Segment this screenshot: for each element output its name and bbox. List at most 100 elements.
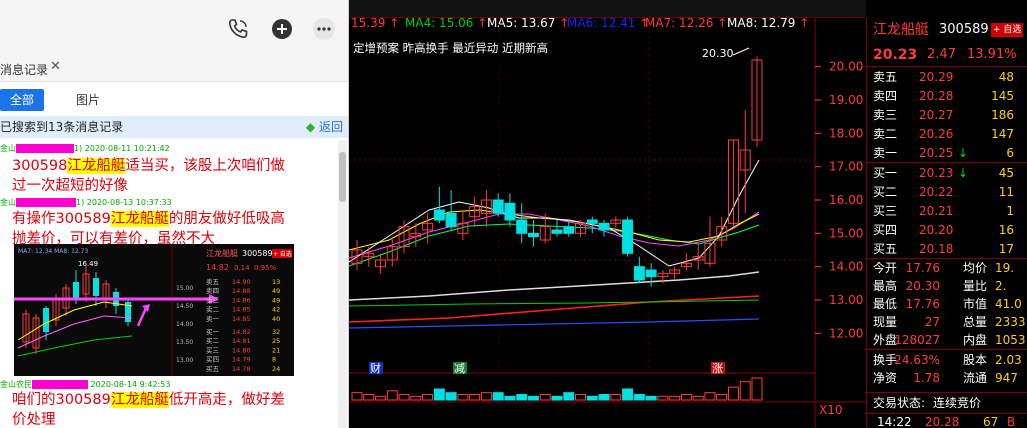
price-axis-label: 18.00 bbox=[829, 126, 863, 140]
stat-row: 今开 17.76 均价 19. bbox=[867, 260, 1027, 277]
thumb-book-label: 买五 bbox=[206, 365, 220, 373]
message-text: 300598江龙船艇适当买，该股上次咱们做 过一次超短的好像 bbox=[12, 156, 285, 196]
thumb-book-volume: 8 bbox=[272, 356, 276, 364]
thumb-scale-label: 13.50 bbox=[176, 339, 193, 346]
thumbnail-chart: 16.49 MA7: 12.34 MA8: 12.73 15.00 14.50 … bbox=[14, 244, 294, 376]
ask-row[interactable]: 卖五 20.29 48 bbox=[867, 69, 1027, 86]
ask-row[interactable]: 卖二 20.26 147 bbox=[867, 126, 1027, 143]
stat-row: 净资 1.78 流通 947 bbox=[867, 370, 1027, 387]
redacted-mask bbox=[16, 144, 74, 153]
back-button[interactable]: ◆ 返回 bbox=[306, 116, 343, 138]
book-price: 20.20 bbox=[919, 223, 954, 237]
book-volume: 1 bbox=[1006, 204, 1014, 218]
stat-value: 2333 bbox=[995, 315, 1026, 329]
message-record-tab[interactable]: 消息记录 ✕ bbox=[0, 56, 348, 82]
close-icon[interactable]: ✕ bbox=[50, 59, 61, 74]
thumb-scale-label: 14.00 bbox=[176, 321, 193, 328]
divider bbox=[867, 66, 1027, 67]
divider bbox=[867, 349, 1027, 350]
thumb-book-price: 14.78 bbox=[232, 365, 251, 373]
price-axis-label: 16.00 bbox=[829, 193, 863, 207]
highlight-keyword: 江龙船艇 bbox=[110, 211, 169, 227]
event-marker-zhang[interactable]: 涨 bbox=[712, 362, 723, 375]
redacted-mask bbox=[16, 198, 76, 207]
price-axis-label: 17.00 bbox=[829, 160, 863, 174]
thumb-book-price: 14.90 bbox=[232, 278, 251, 286]
scrollbar-thumb[interactable] bbox=[339, 152, 346, 202]
volume-bar bbox=[657, 395, 669, 401]
filter-all-button[interactable]: 全部 bbox=[0, 89, 44, 111]
ask-row[interactable]: 卖四 20.28 145 bbox=[867, 88, 1027, 105]
volume-bar bbox=[363, 394, 375, 401]
price-change-pct: 13.91% bbox=[967, 47, 1017, 62]
filter-images-button[interactable]: 图片 bbox=[64, 89, 112, 111]
book-label: 卖一 bbox=[873, 146, 898, 160]
kline-canvas: 20.30 20.00 19.00 18.00 17.00 16.00 15.00 14.0… bbox=[349, 18, 866, 428]
stat-row: 现量 27 总量 2333 bbox=[867, 314, 1027, 331]
thumb-book-price: 14.85 bbox=[232, 306, 251, 314]
volume-bar bbox=[480, 392, 492, 401]
chat-scrollbar[interactable] bbox=[338, 140, 347, 428]
event-marker-jian[interactable]: 减 bbox=[454, 362, 465, 375]
search-result-bar: 已搜索到13条消息记录 ◆ 返回 bbox=[0, 116, 348, 138]
thumb-book-label: 买二 bbox=[206, 337, 220, 345]
thumb-stock-name: 江龙船艇 bbox=[206, 248, 238, 258]
book-price: 20.28 bbox=[919, 89, 954, 103]
bid-row[interactable]: 买四 20.20 16 bbox=[867, 222, 1027, 239]
book-volume: 145 bbox=[991, 89, 1014, 103]
thumb-book-price: 14.80 bbox=[232, 346, 251, 354]
book-volume: 45 bbox=[998, 166, 1014, 180]
book-label: 买五 bbox=[873, 242, 898, 256]
volume-bar bbox=[539, 394, 551, 401]
volume-bar bbox=[622, 388, 634, 401]
volume-bar bbox=[457, 394, 469, 401]
thumb-book-price: 14.85 bbox=[232, 315, 251, 323]
stat-value: 41.0 bbox=[995, 297, 1022, 311]
candle-down bbox=[445, 212, 457, 228]
search-result-text: 已搜索到13条消息记录 bbox=[0, 120, 124, 134]
stat-label: 量比 bbox=[963, 279, 988, 293]
bid-row[interactable]: 买三 20.21 1 bbox=[867, 203, 1027, 220]
thumb-book-price: 14.81 bbox=[232, 337, 251, 345]
bid-row[interactable]: 买二 20.22 11 bbox=[867, 184, 1027, 201]
price-change: 2.47 bbox=[927, 47, 956, 62]
ask-row[interactable]: 卖三 20.27 186 bbox=[867, 107, 1027, 124]
tab-title: 消息记录 bbox=[0, 63, 49, 77]
book-price: 20.22 bbox=[919, 185, 954, 199]
more-icon[interactable] bbox=[312, 17, 336, 41]
book-label: 买一 bbox=[873, 166, 898, 180]
message-meta: 金山农民 2020-08-14 9:42:53 bbox=[0, 379, 170, 390]
peak-label: 20.30 bbox=[702, 47, 734, 60]
thumb-ma-label: MA7: 12.34 MA8: 12.73 bbox=[18, 248, 88, 255]
kline-chart[interactable]: 15.39 ↑ MA4: 15.06 ↑ MA5: 13.67 ↑ MA6: 1… bbox=[349, 0, 866, 428]
ask-row[interactable]: 卖一 20.25 ↓ 6 bbox=[867, 145, 1027, 162]
volume-bar bbox=[551, 395, 563, 401]
book-price: 20.18 bbox=[919, 242, 954, 256]
filter-row: 全部 图片 bbox=[0, 86, 348, 112]
candle-down bbox=[563, 226, 575, 234]
volume-bar bbox=[375, 395, 387, 401]
add-watchlist-button[interactable]: + 自选 bbox=[991, 23, 1024, 37]
thumb-scale-label: 13.00 bbox=[176, 357, 193, 364]
thumb-book-price: 14.82 bbox=[232, 328, 251, 336]
book-price: 20.21 bbox=[919, 204, 954, 218]
thumb-book-price: 14.86 bbox=[232, 296, 251, 304]
volume-bar bbox=[492, 392, 504, 401]
bid-row[interactable]: 买五 20.18 17 bbox=[867, 241, 1027, 258]
stat-label: 股本 bbox=[963, 353, 988, 367]
volume-bar bbox=[692, 395, 704, 401]
bid-row[interactable]: 买一 20.23 ↓ 45 bbox=[867, 165, 1027, 182]
phone-icon[interactable] bbox=[226, 17, 250, 41]
thumb-change: 0.14 bbox=[234, 264, 250, 272]
candle-down bbox=[516, 219, 528, 234]
book-volume: 48 bbox=[998, 70, 1014, 84]
candle-down bbox=[551, 229, 563, 234]
sender-suffix: 1) bbox=[76, 198, 85, 207]
chart-screenshot-image[interactable]: 16.49 MA7: 12.34 MA8: 12.73 15.00 14.50 … bbox=[14, 244, 294, 376]
message-part: 适当买，该股上次咱们做 bbox=[125, 158, 285, 174]
thumb-book-price: 14.88 bbox=[232, 287, 251, 295]
volume-bar bbox=[445, 392, 457, 401]
event-marker-cai[interactable]: 财 bbox=[370, 361, 381, 375]
thumb-book-label: 卖五 bbox=[206, 278, 220, 286]
add-icon[interactable] bbox=[270, 17, 294, 41]
